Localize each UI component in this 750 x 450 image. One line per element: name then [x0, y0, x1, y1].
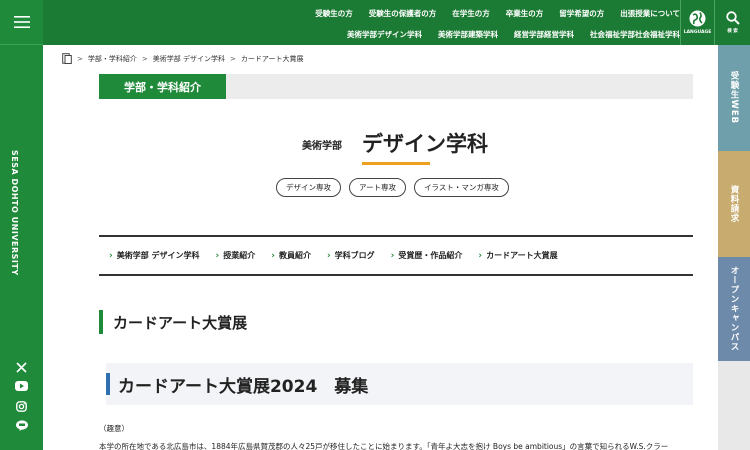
breadcrumb-separator: >: [229, 54, 236, 63]
faculty-name: 美術学部: [302, 141, 342, 152]
youtube-icon: [15, 381, 28, 391]
university-name: SESA DOHTO UNIVERSITY: [10, 150, 19, 276]
nav-link-social-welfare[interactable]: 社会福祉学部社会福祉学科: [590, 29, 680, 40]
left-sidebar: SESA DOHTO UNIVERSITY: [0, 0, 43, 450]
nav-link-design[interactable]: 美術学部デザイン学科: [347, 29, 422, 40]
search-button[interactable]: 検 索: [714, 0, 750, 45]
nav-link-applicants[interactable]: 受験生の方: [315, 8, 353, 19]
nav-link-business[interactable]: 経営学部経営学科: [514, 29, 574, 40]
page-title: カードアート大賞展: [99, 310, 247, 334]
subnav-item-department[interactable]: › 美術学部 デザイン学科: [109, 250, 200, 261]
tag-design-major[interactable]: デザイン専攻: [276, 178, 341, 197]
x-icon: [16, 362, 27, 373]
event-heading: カードアート大賞展2024 募集: [106, 373, 368, 397]
chevron-right-icon: ›: [215, 250, 220, 261]
department-subnav: › 美術学部 デザイン学科 › 授業紹介 › 教員紹介 › 学科ブログ › 受賞…: [99, 235, 693, 276]
subnav-label: 学科ブログ: [334, 251, 375, 260]
subnav-label: カードアート大賞展: [486, 251, 558, 260]
subnav-label: 美術学部 デザイン学科: [116, 251, 200, 260]
search-label: 検 索: [727, 29, 738, 34]
breadcrumb-current: カードアート大賞展: [240, 54, 304, 63]
chevron-right-icon: ›: [390, 250, 395, 261]
tag-art-major[interactable]: アート専攻: [349, 178, 407, 197]
section-label: 学部・学科紹介: [99, 74, 226, 99]
title-underline: [362, 162, 430, 165]
right-tab-label: 資料請求: [729, 185, 739, 223]
tag-illustration-manga-major[interactable]: イラスト・マンガ専攻: [414, 178, 509, 197]
major-tags: デザイン専攻 アート専攻 イラスト・マンガ専攻: [276, 178, 509, 197]
language-label: LANGUAGE: [683, 30, 712, 35]
chevron-right-icon: ›: [109, 250, 113, 261]
nav-link-study-abroad[interactable]: 留学希望の方: [559, 8, 604, 19]
department-nav: 美術学部デザイン学科 美術学部建築学科 経営学部経営学科 社会福祉学部社会福祉学…: [347, 29, 680, 40]
subnav-item-blog[interactable]: › 学科ブログ: [327, 250, 375, 261]
breadcrumb-separator: >: [141, 54, 148, 63]
nav-link-parents[interactable]: 受験生の保護者の方: [369, 8, 437, 19]
body-paragraph: 本学の所在地である北広島市は、1884年広島県賀茂郡の人々25戸が移住したことに…: [99, 442, 669, 450]
nav-link-visiting-lectures[interactable]: 出張授業について: [620, 8, 680, 19]
home-icon[interactable]: [62, 53, 72, 64]
breadcrumb-item[interactable]: 学部・学科紹介: [88, 54, 137, 64]
instagram-icon: [16, 401, 27, 412]
globe-icon: [689, 10, 706, 27]
subnav-item-awards[interactable]: › 受賞歴・作品紹介: [391, 250, 463, 261]
nav-link-students[interactable]: 在学生の方: [452, 8, 490, 19]
chevron-right-icon: ›: [326, 250, 331, 261]
breadcrumb-item[interactable]: 美術学部 デザイン学科: [153, 54, 225, 64]
right-tab-spacer: [718, 361, 750, 450]
nav-link-architecture[interactable]: 美術学部建築学科: [438, 29, 498, 40]
top-navigation: 受験生の方 受験生の保護者の方 在学生の方 卒業生の方 留学希望の方 出張授業に…: [43, 0, 750, 45]
hamburger-icon: [13, 16, 30, 28]
right-tab-label: オープンキャンパス: [729, 266, 739, 352]
subnav-label: 受賞歴・作品紹介: [398, 251, 463, 260]
subnav-label: 教員紹介: [278, 251, 311, 260]
audience-nav: 受験生の方 受験生の保護者の方 在学生の方 卒業生の方 留学希望の方 出張授業に…: [315, 8, 680, 19]
instagram-link[interactable]: [0, 401, 43, 412]
right-tab-request-materials[interactable]: 資料請求: [718, 151, 750, 257]
subnav-label: 授業紹介: [223, 251, 256, 260]
chevron-right-icon: ›: [271, 250, 275, 261]
right-tab-applicant-web[interactable]: 受験生WEB: [718, 45, 750, 151]
subnav-item-classes[interactable]: › 授業紹介: [216, 250, 256, 261]
right-tab-open-campus[interactable]: オープンキャンパス: [718, 257, 750, 361]
chevron-right-icon: ›: [478, 250, 483, 261]
x-link[interactable]: [0, 362, 43, 373]
right-tab-label: 受験生WEB: [729, 71, 739, 125]
subnav-item-card-art[interactable]: › カードアート大賞展: [478, 250, 557, 261]
line-icon: [15, 420, 28, 431]
nav-link-graduates[interactable]: 卒業生の方: [506, 8, 544, 19]
intent-label: （趣意）: [99, 424, 129, 433]
breadcrumb: > 学部・学科紹介 > 美術学部 デザイン学科 > カードアート大賞展: [62, 53, 303, 64]
youtube-link[interactable]: [0, 381, 43, 391]
hamburger-menu-button[interactable]: [0, 0, 43, 45]
search-icon: [725, 11, 740, 25]
line-link[interactable]: [0, 420, 43, 431]
subnav-item-faculty[interactable]: › 教員紹介: [271, 250, 311, 261]
language-button[interactable]: LANGUAGE: [680, 0, 714, 45]
department-title: デザイン学科: [362, 132, 488, 156]
breadcrumb-separator: >: [77, 54, 83, 63]
